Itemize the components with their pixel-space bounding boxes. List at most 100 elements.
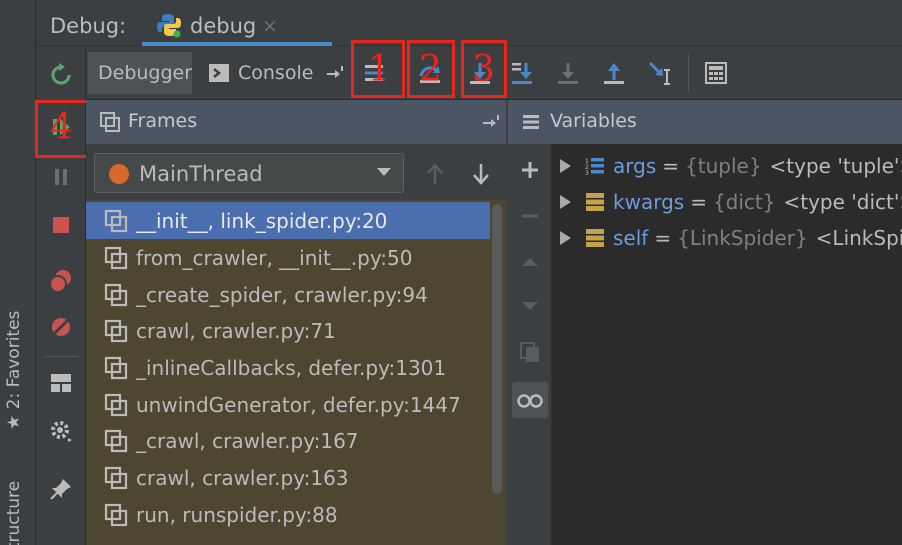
step-out-icon	[604, 63, 624, 84]
restore-layout-button[interactable]	[46, 368, 76, 398]
variable-value: <type 'tuple'>	[769, 154, 902, 178]
frame-row[interactable]: _inlineCallbacks, defer.py:1301	[86, 349, 490, 386]
divider	[688, 54, 689, 92]
chevron-down-icon	[377, 168, 391, 176]
mute-breakpoints-icon	[50, 316, 72, 338]
rerun-button[interactable]	[46, 60, 76, 90]
thread-dropdown[interactable]: MainThread	[94, 153, 404, 193]
variable-row-self[interactable]: self = {LinkSpider} <LinkSpid	[552, 220, 902, 256]
run-to-cursor-button[interactable]	[642, 56, 678, 90]
variable-row-args[interactable]: 1 2 3 args = {tuple} <type 'tuple'>	[552, 148, 902, 184]
frame-icon	[104, 319, 128, 342]
python-icon	[157, 14, 181, 38]
close-icon[interactable]: ×	[262, 15, 278, 37]
pin-tab-button[interactable]	[46, 474, 76, 504]
pin-icon	[50, 479, 71, 500]
variable-equals: =	[690, 190, 707, 214]
frame-row[interactable]: crawl, crawler.py:71	[86, 312, 490, 349]
frame-icon	[104, 466, 128, 489]
frames-scrollbar[interactable]	[492, 204, 502, 494]
frame-icon	[104, 429, 128, 452]
variable-value: <LinkSpid	[815, 226, 902, 250]
frame-label: from_crawler, __init__.py:50	[136, 245, 413, 270]
structure-stripe-button[interactable]: Structure	[4, 481, 24, 545]
frame-row[interactable]: crawl, crawler.py:163	[86, 459, 490, 496]
arrow-down-icon[interactable]	[470, 162, 492, 186]
frame-row[interactable]: from_crawler, __init__.py:50	[86, 239, 490, 276]
arrow-up-icon[interactable]	[424, 162, 446, 186]
new-watch-button[interactable]	[514, 154, 546, 186]
variable-name: kwargs	[613, 190, 685, 214]
frames-panel-header: Frames	[86, 100, 506, 144]
svg-text:3: 3	[585, 170, 589, 176]
move-down-button[interactable]	[514, 290, 546, 322]
variable-name: self	[613, 226, 649, 250]
frame-row[interactable]: _crawl, crawler.py:167	[86, 422, 490, 459]
frame-row[interactable]: unwindGenerator, defer.py:1447	[86, 386, 490, 423]
force-step-into-icon	[558, 63, 578, 84]
debug-run-tab[interactable]: debug ×	[142, 2, 332, 46]
frames-title: Frames	[128, 110, 198, 132]
frame-icon	[104, 503, 128, 526]
expand-arrow-icon[interactable]	[560, 195, 571, 209]
frame-label: unwindGenerator, defer.py:1447	[136, 392, 461, 417]
frame-row[interactable]: __init__, link_spider.py:20	[86, 202, 490, 239]
annotation-number-3: 3	[472, 49, 495, 90]
gear-icon	[51, 421, 72, 442]
annotation-number-1: 1	[368, 49, 391, 90]
show-watches-toggle[interactable]	[512, 382, 548, 418]
minus-icon	[522, 214, 538, 218]
thread-status-icon	[109, 164, 129, 184]
list-type-icon: 1 2 3	[585, 158, 604, 176]
variable-row-kwargs[interactable]: kwargs = {dict} <type 'dict'>	[552, 184, 902, 220]
debug-title: Debug:	[50, 14, 127, 38]
triangle-down-icon	[522, 302, 538, 310]
tab-debugger[interactable]: Debugger	[88, 52, 192, 94]
annotation-number-4: 4	[50, 107, 73, 148]
hide-button[interactable]	[318, 56, 354, 90]
frame-icon	[104, 356, 128, 379]
dict-type-icon	[586, 193, 604, 211]
frames-list: __init__, link_spider.py:20 from_crawler…	[86, 200, 506, 545]
frame-label: crawl, crawler.py:71	[136, 318, 336, 343]
breakpoints-icon	[49, 270, 71, 293]
force-step-into-button[interactable]	[550, 56, 586, 90]
stop-button[interactable]	[46, 210, 76, 240]
step-into-my-code-button[interactable]	[504, 56, 540, 90]
settings-button[interactable]	[46, 416, 76, 446]
tab-debugger-label: Debugger	[98, 62, 193, 84]
evaluate-expression-button[interactable]	[698, 56, 734, 90]
move-up-button[interactable]	[514, 246, 546, 278]
variable-type: {tuple}	[685, 154, 762, 178]
variables-toolbar	[508, 144, 552, 545]
thread-selector-row: MainThread	[86, 144, 506, 200]
expand-arrow-icon[interactable]	[560, 159, 571, 173]
frame-icon	[104, 283, 128, 306]
step-out-button[interactable]	[596, 56, 632, 90]
pause-button[interactable]	[46, 162, 76, 192]
stop-icon	[53, 217, 69, 233]
variable-equals: =	[654, 226, 672, 250]
console-icon	[209, 64, 229, 82]
copy-icon	[520, 342, 539, 362]
calculator-icon	[705, 62, 727, 84]
triangle-up-icon	[522, 258, 538, 266]
view-breakpoints-button[interactable]	[46, 266, 76, 296]
left-tool-stripe: ★ 2: Favorites Structure	[0, 0, 36, 545]
tab-console-label: Console	[238, 62, 314, 84]
remove-watch-button[interactable]	[514, 200, 546, 232]
duplicate-watch-button[interactable]	[514, 336, 546, 368]
frame-row[interactable]: _create_spider, crawler.py:94	[86, 276, 490, 313]
expand-arrow-icon[interactable]	[560, 231, 571, 245]
pause-icon	[55, 169, 67, 185]
variable-type: {dict}	[712, 190, 776, 214]
divider	[44, 356, 78, 357]
hide-panel-icon[interactable]	[482, 112, 502, 132]
mute-breakpoints-button[interactable]	[46, 312, 76, 342]
frame-icon	[104, 209, 128, 232]
debugger-toolbar: Debugger Console 1 2 3	[86, 40, 902, 100]
frame-row[interactable]: run, runspider.py:88	[86, 496, 490, 533]
favorites-stripe-button[interactable]: ★ 2: Favorites	[4, 311, 24, 430]
layout-icon	[51, 374, 71, 392]
step-into-my-code-icon	[512, 63, 532, 84]
